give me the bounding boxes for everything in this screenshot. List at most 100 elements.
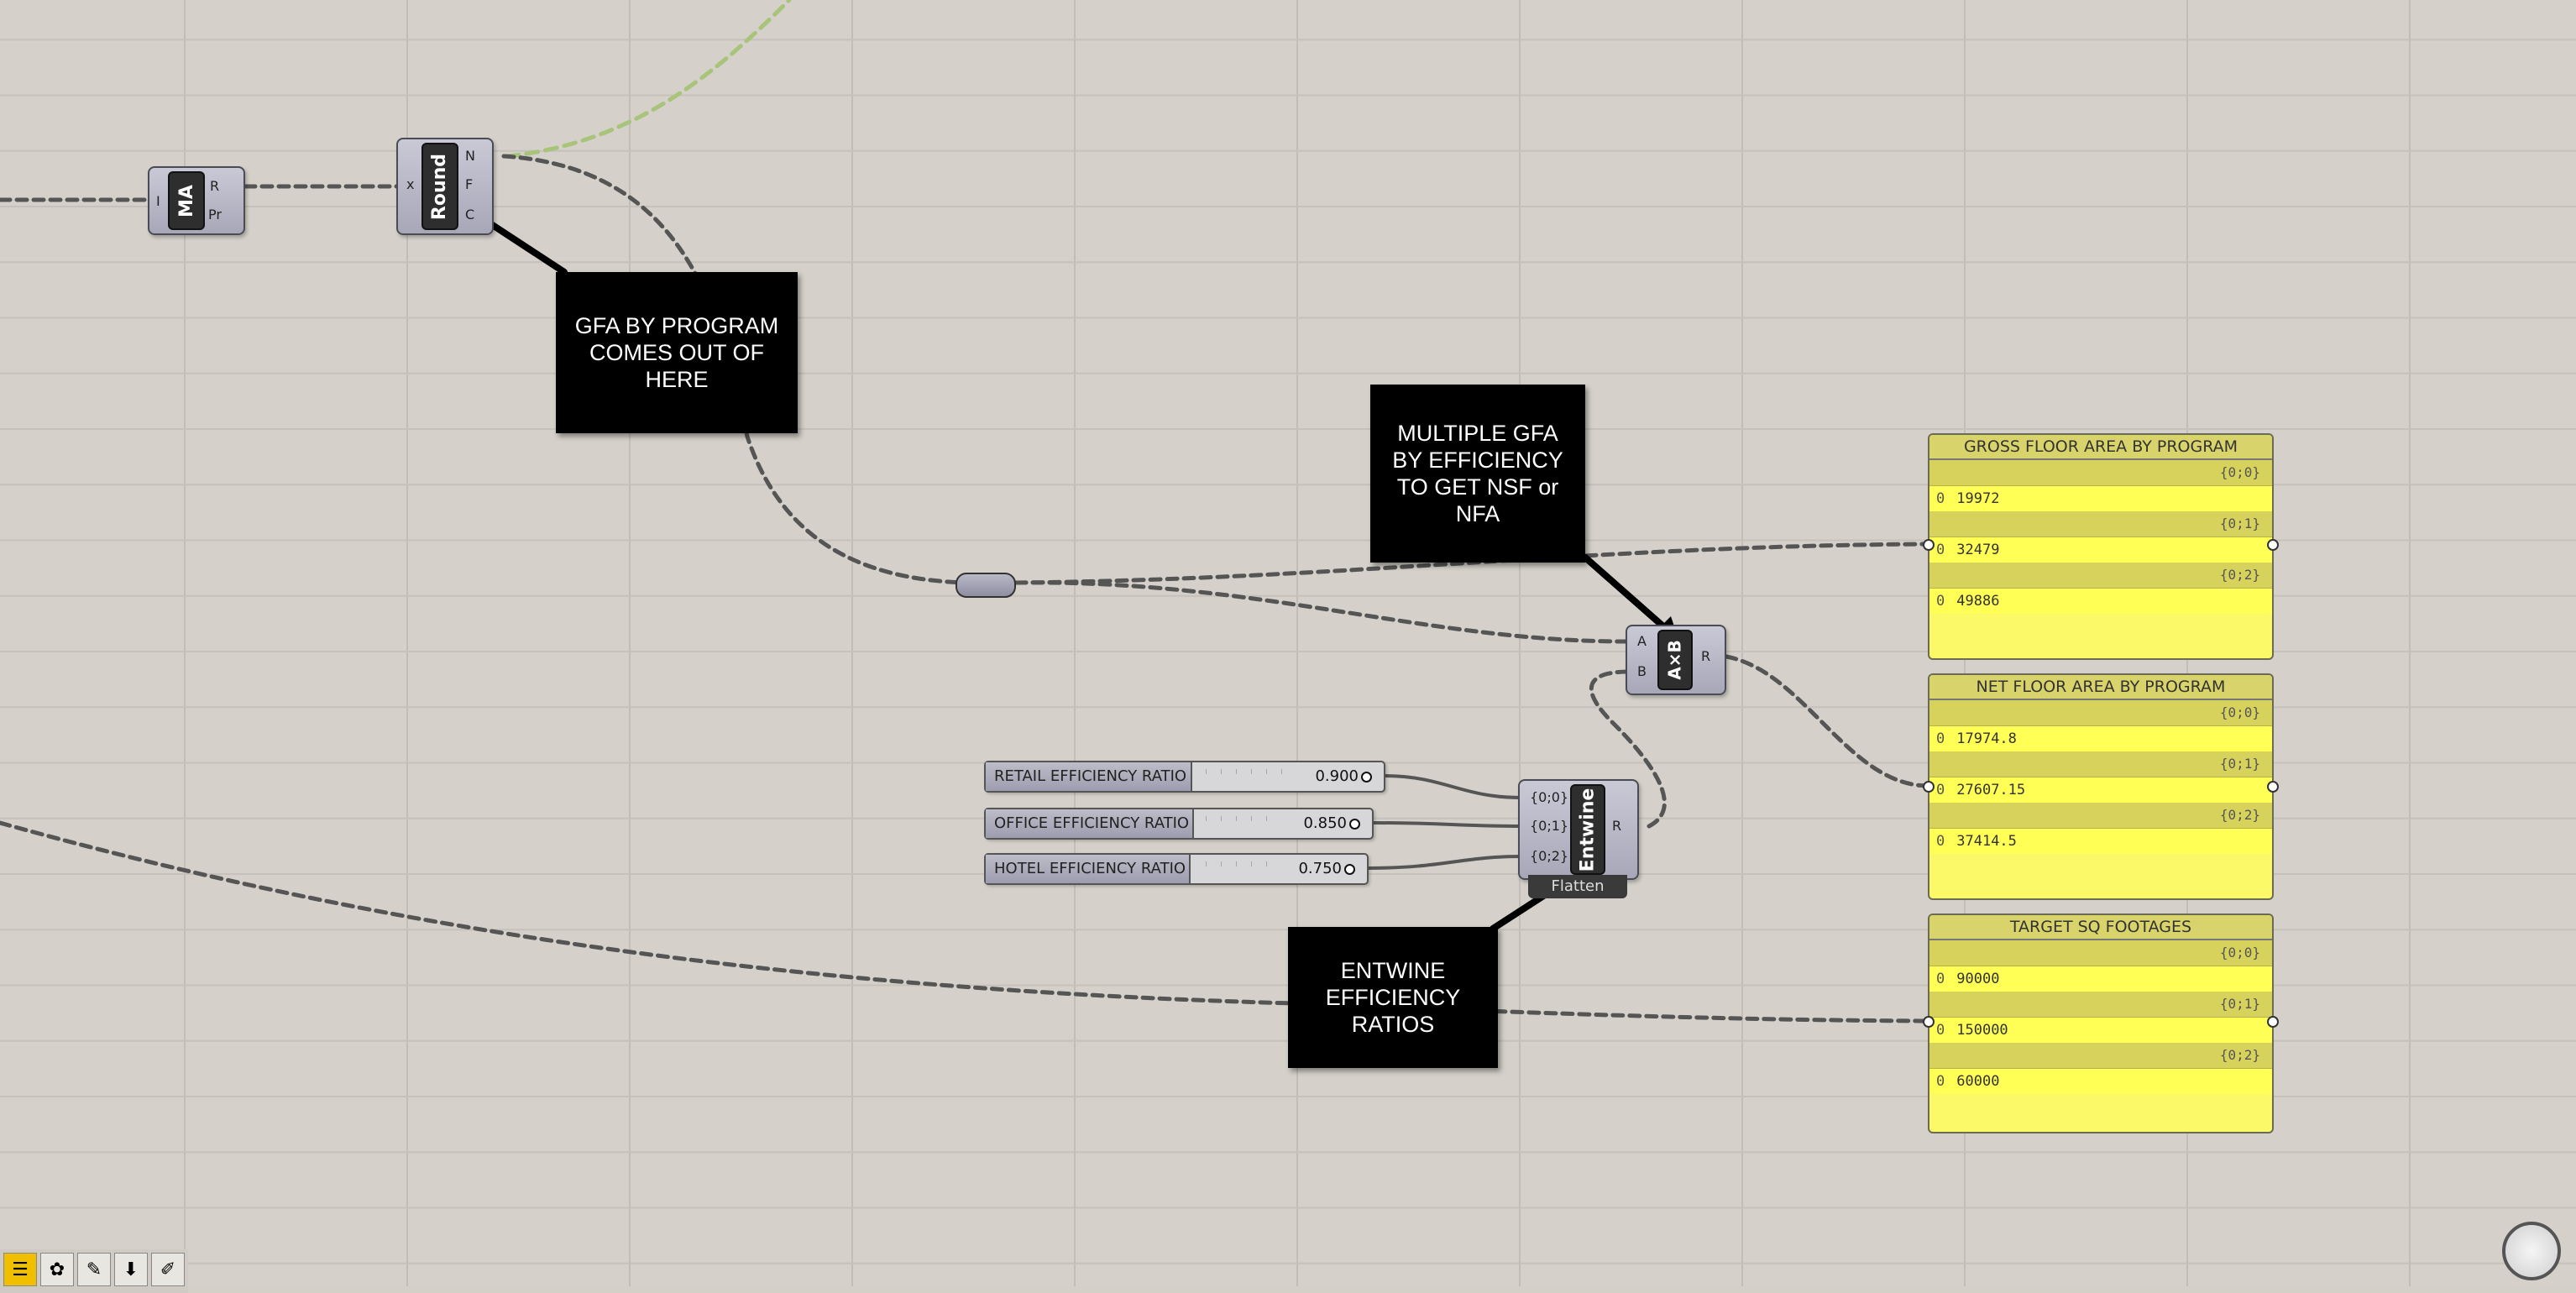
item-index: 0 xyxy=(1936,971,1945,987)
slider-knob[interactable] xyxy=(1361,772,1372,783)
branch-path: {0;0} xyxy=(1929,940,2272,966)
sprout-icon[interactable]: ✿ xyxy=(40,1253,74,1286)
slider-ticks xyxy=(1206,861,1275,866)
round-component[interactable]: x Round N F C xyxy=(396,138,494,235)
mass-addition-output-r[interactable]: R xyxy=(210,178,219,194)
panel-value-row: 0 90000 xyxy=(1929,966,2272,992)
slider-value: 0.750 xyxy=(1298,860,1342,877)
bake-icon[interactable]: ⬇ xyxy=(114,1253,148,1286)
item-value: 19972 xyxy=(1956,490,2000,507)
round-output-c[interactable]: C xyxy=(465,207,474,222)
item-value: 27607.15 xyxy=(1956,782,2026,798)
slider-value: 0.900 xyxy=(1315,767,1359,785)
branch-path: {0;1} xyxy=(1929,511,2272,537)
item-value: 49886 xyxy=(1956,593,2000,610)
wire-relay-to-multiply-a xyxy=(1013,580,1631,644)
target-panel-input-grip[interactable] xyxy=(1923,1016,1935,1028)
arrow-multiply xyxy=(1582,554,1674,636)
note-multiply-efficiency: MULTIPLE GFA BY EFFICIENCY TO GET NSF or… xyxy=(1370,385,1585,563)
slider-knob[interactable] xyxy=(1349,819,1360,830)
wire-multiply-to-net-panel xyxy=(1724,654,1930,788)
grasshopper-icon[interactable]: ☰ xyxy=(3,1253,37,1286)
item-value: 37414.5 xyxy=(1956,833,2017,850)
mass-addition-output-pr[interactable]: Pr xyxy=(208,207,222,222)
entwine-core: Entwine xyxy=(1570,784,1605,875)
branch-path: {0;1} xyxy=(1929,992,2272,1018)
multiply-component[interactable]: A B A×B R xyxy=(1626,625,1726,695)
item-index: 0 xyxy=(1936,542,1945,558)
entwine-component[interactable]: {0;0} {0;1} {0;2} Entwine R xyxy=(1518,779,1639,880)
slider-ticks xyxy=(1206,769,1291,774)
entwine-flatten-tag[interactable]: Flatten xyxy=(1528,875,1627,898)
gross-floor-area-panel[interactable]: GROSS FLOOR AREA BY PROGRAM {0;0} 0 19972… xyxy=(1928,433,2274,660)
item-index: 0 xyxy=(1936,1073,1945,1090)
item-value: 32479 xyxy=(1956,542,2000,558)
panel-value-row: 0 19972 xyxy=(1929,486,2272,511)
item-index: 0 xyxy=(1936,782,1945,798)
item-value: 150000 xyxy=(1956,1022,2008,1039)
canvas-toolbar: ☰ ✿ ✎ ⬇ ✐ xyxy=(0,1249,188,1293)
panel-value-row: 0 60000 xyxy=(1929,1069,2272,1094)
target-sq-footages-panel[interactable]: TARGET SQ FOOTAGES {0;0} 0 90000 {0;1} 01… xyxy=(1928,913,2274,1133)
round-core: Round xyxy=(421,143,458,230)
slider-label: OFFICE EFFICIENCY RATIO xyxy=(986,809,1194,838)
retail-efficiency-slider[interactable]: RETAIL EFFICIENCY RATIO 0.900 xyxy=(984,761,1385,793)
round-output-n[interactable]: N xyxy=(465,148,475,164)
note-entwine-ratios: ENTWINE EFFICIENCY RATIOS xyxy=(1288,927,1498,1068)
panel-value-row: 0 27607.15 xyxy=(1929,777,2272,803)
item-index: 0 xyxy=(1936,490,1945,507)
panel-title: TARGET SQ FOOTAGES xyxy=(1929,915,2272,940)
panel-title: GROSS FLOOR AREA BY PROGRAM xyxy=(1929,435,2272,460)
item-index: 0 xyxy=(1936,1022,1945,1039)
multiply-core: A×B xyxy=(1657,630,1693,690)
branch-path: {0;2} xyxy=(1929,563,2272,589)
slider-label: HOTEL EFFICIENCY RATIO xyxy=(986,855,1191,883)
panel-value-row: 0 32479 xyxy=(1929,537,2272,563)
entwine-output-r[interactable]: R xyxy=(1612,818,1621,834)
branch-path: {0;2} xyxy=(1929,803,2272,829)
round-input-x[interactable]: x xyxy=(406,176,414,192)
round-output-f[interactable]: F xyxy=(465,176,473,192)
slider-value: 0.850 xyxy=(1303,814,1347,832)
item-index: 0 xyxy=(1936,593,1945,610)
branch-path: {0;0} xyxy=(1929,460,2272,486)
panel-value-row: 0 37414.5 xyxy=(1929,829,2272,854)
multiply-input-a[interactable]: A xyxy=(1637,633,1647,649)
wire-retail-slider xyxy=(1382,774,1523,799)
mass-addition-input-label: I xyxy=(156,193,160,209)
net-floor-area-panel[interactable]: NET FLOOR AREA BY PROGRAM {0;0} 0 17974.8… xyxy=(1928,673,2274,900)
gross-panel-output-grip[interactable] xyxy=(2267,539,2279,551)
slider-ticks xyxy=(1206,816,1280,821)
branch-path: {0;0} xyxy=(1929,700,2272,726)
wire-selected-green xyxy=(505,0,792,159)
hotel-efficiency-slider[interactable]: HOTEL EFFICIENCY RATIO 0.750 xyxy=(984,853,1369,885)
item-value: 17974.8 xyxy=(1956,730,2017,747)
branch-path: {0;2} xyxy=(1929,1043,2272,1069)
net-panel-input-grip[interactable] xyxy=(1923,781,1935,793)
branch-path: {0;1} xyxy=(1929,751,2272,777)
wire-hotel-slider xyxy=(1365,855,1523,870)
net-panel-output-grip[interactable] xyxy=(2267,781,2279,793)
wire-relay[interactable] xyxy=(956,573,1016,598)
mass-addition-label: MA xyxy=(175,184,197,217)
office-efficiency-slider[interactable]: OFFICE EFFICIENCY RATIO 0.850 xyxy=(984,808,1374,840)
item-index: 0 xyxy=(1936,833,1945,850)
gross-panel-input-grip[interactable] xyxy=(1923,539,1935,551)
entwine-input-02[interactable]: {0;2} xyxy=(1530,848,1568,864)
mass-addition-core: MA xyxy=(168,171,205,230)
multiply-output-r[interactable]: R xyxy=(1701,648,1710,664)
entwine-input-01[interactable]: {0;1} xyxy=(1530,818,1568,834)
multiply-input-b[interactable]: B xyxy=(1637,663,1647,679)
panel-value-row: 0 17974.8 xyxy=(1929,726,2272,751)
canvas-navigation-widget[interactable] xyxy=(2502,1222,2561,1280)
panel-title: NET FLOOR AREA BY PROGRAM xyxy=(1929,675,2272,700)
entwine-input-00[interactable]: {0;0} xyxy=(1530,789,1568,805)
sketch-icon[interactable]: ✎ xyxy=(77,1253,111,1286)
pick-icon[interactable]: ✐ xyxy=(151,1253,185,1286)
panel-value-row: 0 150000 xyxy=(1929,1018,2272,1043)
target-panel-output-grip[interactable] xyxy=(2267,1016,2279,1028)
multiply-label: A×B xyxy=(1665,640,1686,680)
mass-addition-component[interactable]: I MA R Pr xyxy=(148,166,245,235)
item-index: 0 xyxy=(1936,730,1945,747)
slider-knob[interactable] xyxy=(1344,864,1355,875)
